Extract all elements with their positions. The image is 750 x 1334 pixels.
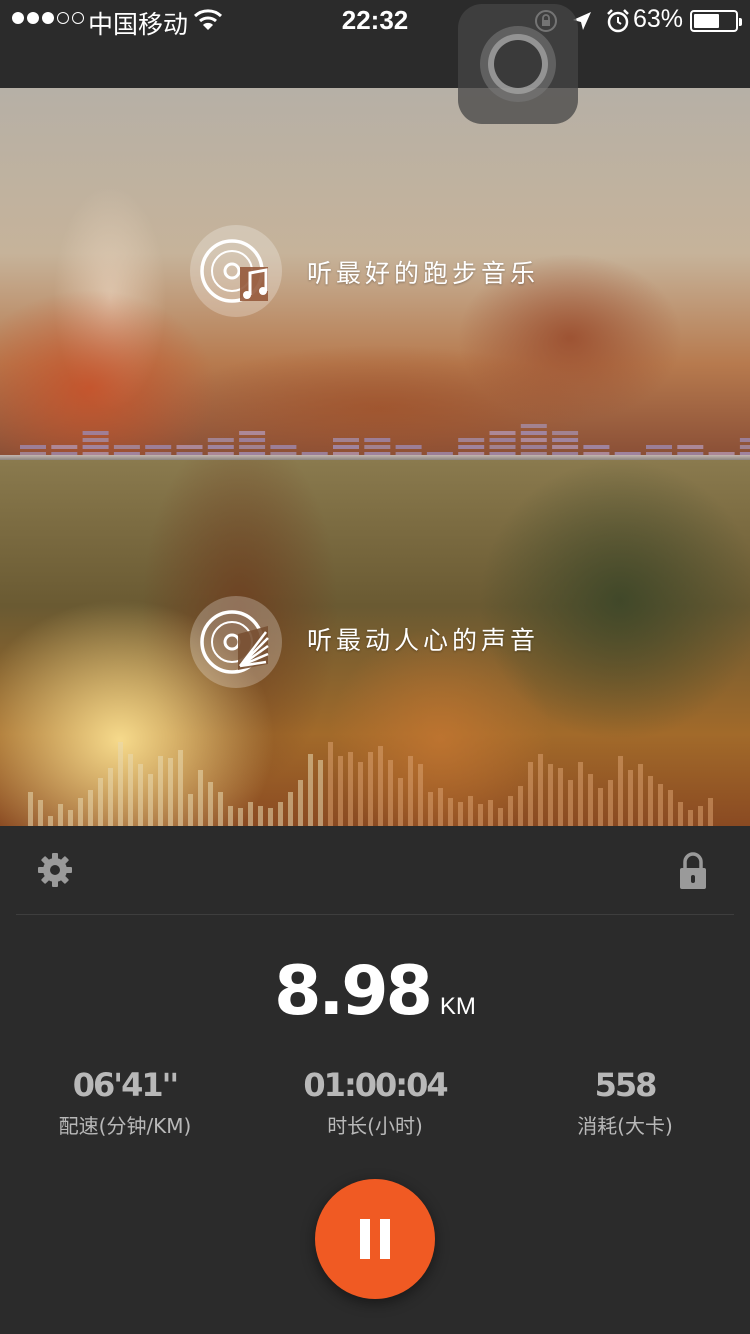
divider <box>16 914 734 915</box>
assistive-touch-button[interactable] <box>458 4 578 124</box>
banner-title: 听最好的跑步音乐 <box>307 259 540 288</box>
calories-label: 消耗(大卡) <box>577 1114 673 1138</box>
lock-icon[interactable] <box>678 852 708 890</box>
duration-value: 01:00:04 <box>303 1066 448 1104</box>
pause-button[interactable] <box>315 1179 435 1299</box>
equalizer-visual <box>20 424 750 456</box>
calories-value: 558 <box>594 1066 658 1104</box>
pace-stat: 06'41'' 配速(分钟/KM) <box>0 1066 250 1139</box>
alarm-icon <box>607 9 629 33</box>
status-bar: 中国移动 22:32 63% <box>0 0 750 88</box>
calories-stat: 558 消耗(大卡) <box>500 1066 750 1139</box>
pace-label: 配速(分钟/KM) <box>58 1114 192 1138</box>
distance-value: 8.98 <box>274 952 433 1031</box>
gear-icon[interactable] <box>37 852 73 888</box>
banner-title: 听最动人心的声音 <box>307 626 540 655</box>
running-music-banner[interactable]: 听最好的跑步音乐 <box>0 88 750 456</box>
duration-stat: 01:00:04 时长(小时) <box>250 1066 500 1139</box>
distance-unit: KM <box>439 993 476 1020</box>
touching-sounds-banner[interactable]: 听最动人心的声音 <box>0 460 750 826</box>
battery-icon <box>690 10 742 32</box>
duration-label: 时长(小时) <box>327 1114 423 1138</box>
music-disc-note-icon <box>190 225 282 317</box>
pace-value: 06'41'' <box>72 1066 179 1104</box>
music-disc-fan-icon <box>190 596 282 688</box>
battery-percentage: 63% <box>633 5 684 33</box>
waveform-visual <box>28 742 713 826</box>
pause-icon <box>360 1219 370 1259</box>
run-stats-panel: 8.98 KM 06'41'' 配速(分钟/KM) 01:00:04 时长(小时)… <box>0 826 750 1334</box>
distance-display: 8.98 KM <box>0 952 750 1031</box>
